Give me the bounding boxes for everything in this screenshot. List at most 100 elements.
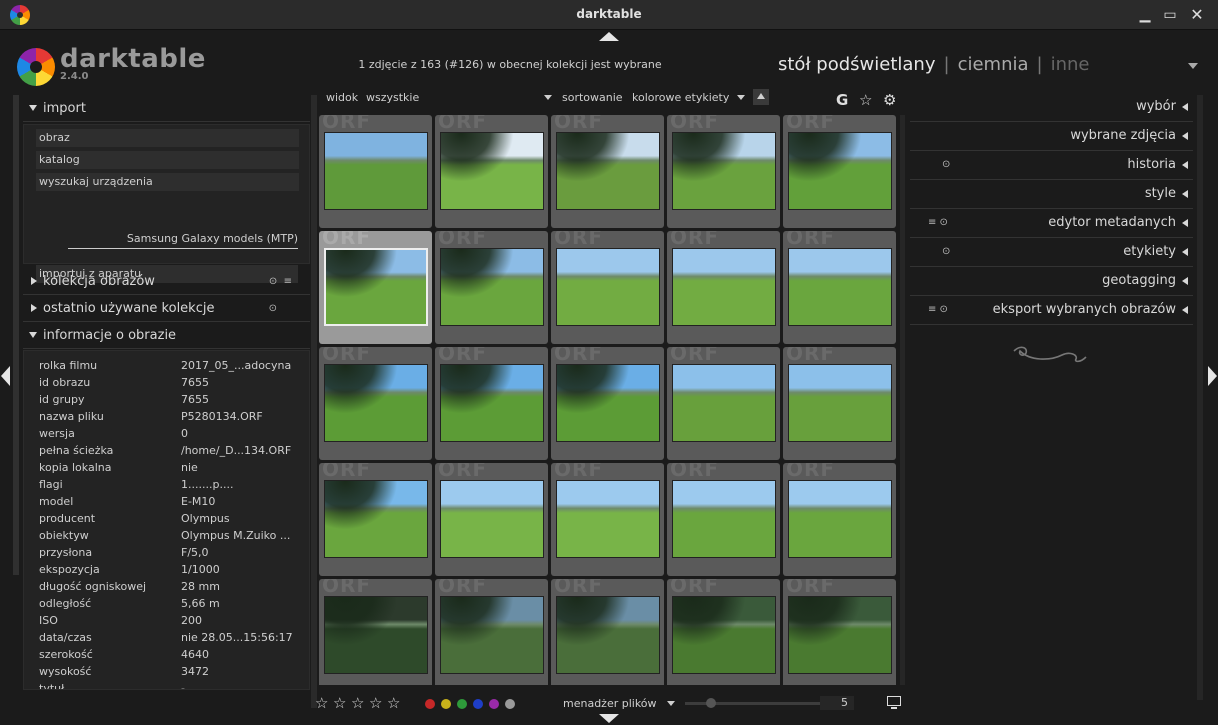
thumbnail-image[interactable]	[324, 132, 428, 210]
thumbnail[interactable]: ORF	[319, 347, 432, 460]
preferences-gear-icon[interactable]: ⚙	[883, 91, 896, 109]
color-label-blue[interactable]	[473, 699, 483, 709]
view-lighttable[interactable]: stół podświetlany	[778, 54, 935, 75]
module-presets-reset-icon[interactable]: ⊙	[942, 159, 950, 170]
reset-icon[interactable]: ⊙	[269, 303, 277, 314]
thumbnail[interactable]: ORF	[319, 231, 432, 344]
zoom-slider-handle[interactable]	[706, 698, 716, 708]
thumbnail-image[interactable]	[324, 480, 428, 558]
grid-scrollbar[interactable]	[900, 115, 905, 685]
thumbnail-image[interactable]	[788, 364, 892, 442]
thumbnail-image[interactable]	[556, 132, 660, 210]
zoom-value-entry[interactable]: 5	[820, 696, 854, 710]
collection-section-header[interactable]: kolekcja obrazów ⊙ ≡	[23, 268, 310, 295]
thumbnail-image[interactable]	[672, 480, 776, 558]
sort-dropdown-icon[interactable]	[737, 95, 745, 100]
right-panel-scrollbar[interactable]	[1197, 95, 1203, 700]
thumbnail[interactable]: ORF	[667, 231, 780, 344]
module-presets-reset-icon[interactable]: ≡ ⊙	[928, 217, 948, 228]
thumbnail[interactable]: ORF	[435, 579, 548, 685]
sort-select[interactable]: kolorowe etykiety	[632, 91, 729, 104]
thumbnail-image[interactable]	[324, 248, 428, 326]
thumbnail-image[interactable]	[556, 480, 660, 558]
thumbnail-image[interactable]	[440, 480, 544, 558]
thumbnail[interactable]: ORF	[551, 231, 664, 344]
thumbnail-image[interactable]	[788, 596, 892, 674]
right-module-header[interactable]: ≡ ⊙ edytor metadanych	[910, 209, 1193, 238]
color-label-clear[interactable]	[505, 699, 515, 709]
import-image-button[interactable]: obraz	[36, 129, 299, 147]
thumbnail[interactable]: ORF	[783, 579, 896, 685]
collapse-right-panel-arrow-icon[interactable]	[1208, 366, 1217, 386]
thumbnail[interactable]: ORF	[783, 231, 896, 344]
minimize-icon[interactable]: ▁	[1135, 5, 1155, 25]
rating-star-2[interactable]: ☆	[333, 694, 346, 712]
thumbnail[interactable]: ORF	[551, 579, 664, 685]
views-dropdown-icon[interactable]	[1188, 63, 1198, 69]
view-filter-select[interactable]: wszystkie	[366, 91, 419, 104]
right-module-header[interactable]: ≡ ⊙ eksport wybranych obrazów	[910, 296, 1193, 325]
overlays-star-icon[interactable]: ☆	[859, 91, 872, 109]
thumbnail[interactable]: ORF	[783, 115, 896, 228]
rating-star-1[interactable]: ☆	[315, 694, 328, 712]
thumbnail[interactable]: ORF	[667, 115, 780, 228]
display-profile-monitor-icon[interactable]	[887, 696, 901, 709]
thumbnail[interactable]: ORF	[551, 463, 664, 576]
thumbnail-image[interactable]	[440, 132, 544, 210]
thumbnail-image[interactable]	[440, 364, 544, 442]
right-module-header[interactable]: geotagging	[910, 267, 1193, 296]
import-section-header[interactable]: import	[23, 95, 310, 122]
module-presets-reset-icon[interactable]: ⊙	[942, 246, 950, 257]
thumbnail-image[interactable]	[672, 248, 776, 326]
thumbnail-image[interactable]	[672, 596, 776, 674]
right-module-header[interactable]: ⊙ historia	[910, 151, 1193, 180]
thumbnail[interactable]: ORF	[667, 347, 780, 460]
right-module-header[interactable]: wybór	[910, 93, 1193, 122]
thumbnail-image[interactable]	[440, 596, 544, 674]
view-other[interactable]: inne	[1051, 54, 1090, 75]
right-module-header[interactable]: ⊙ etykiety	[910, 238, 1193, 267]
collapse-left-panel-arrow-icon[interactable]	[1, 366, 10, 386]
color-label-green[interactable]	[457, 699, 467, 709]
thumbnail[interactable]: ORF	[551, 347, 664, 460]
layout-select[interactable]: menadżer plików	[563, 697, 657, 710]
scan-devices-button[interactable]: wyszukaj urządzenia	[36, 173, 299, 191]
left-panel-scrollbar[interactable]	[13, 95, 19, 575]
thumbnail[interactable]: ORF	[667, 463, 780, 576]
thumbnail[interactable]: ORF	[667, 579, 780, 685]
rating-star-5[interactable]: ☆	[387, 694, 400, 712]
reset-and-presets-icon[interactable]: ⊙ ≡	[269, 276, 292, 287]
rating-star-4[interactable]: ☆	[369, 694, 382, 712]
right-module-header[interactable]: style	[910, 180, 1193, 209]
thumbnail[interactable]: ORF	[783, 347, 896, 460]
thumbnail-image[interactable]	[556, 248, 660, 326]
thumbnail-image[interactable]	[556, 596, 660, 674]
thumbnail-image[interactable]	[788, 132, 892, 210]
collapse-top-panel-arrow-icon[interactable]	[599, 32, 619, 41]
color-label-yellow[interactable]	[441, 699, 451, 709]
thumbnail[interactable]: ORF	[319, 463, 432, 576]
thumbnail[interactable]: ORF	[435, 231, 548, 344]
module-presets-reset-icon[interactable]: ≡ ⊙	[928, 304, 948, 315]
thumbnail-image[interactable]	[440, 248, 544, 326]
thumbnail[interactable]: ORF	[319, 579, 432, 685]
rating-star-3[interactable]: ☆	[351, 694, 364, 712]
thumbnail[interactable]: ORF	[783, 463, 896, 576]
thumbnail[interactable]: ORF	[319, 115, 432, 228]
recent-collections-section-header[interactable]: ostatnio używane kolekcje ⊙	[23, 295, 310, 322]
grouping-icon[interactable]: G	[836, 91, 848, 109]
right-module-header[interactable]: wybrane zdjęcia	[910, 122, 1193, 151]
thumbnail-image[interactable]	[672, 364, 776, 442]
thumbnail-image[interactable]	[324, 596, 428, 674]
layout-dropdown-icon[interactable]	[667, 701, 675, 706]
view-darkroom[interactable]: ciemnia	[958, 54, 1029, 75]
collapse-bottom-panel-arrow-icon[interactable]	[599, 714, 619, 723]
thumbnail-image[interactable]	[788, 248, 892, 326]
thumbnail[interactable]: ORF	[435, 463, 548, 576]
maximize-icon[interactable]: ▭	[1160, 5, 1180, 25]
thumbnail-image[interactable]	[788, 480, 892, 558]
thumbnail-image[interactable]	[556, 364, 660, 442]
thumbnail-image[interactable]	[324, 364, 428, 442]
left-panel-inner-scrollbar[interactable]	[311, 95, 317, 708]
view-filter-dropdown-icon[interactable]	[544, 95, 552, 100]
